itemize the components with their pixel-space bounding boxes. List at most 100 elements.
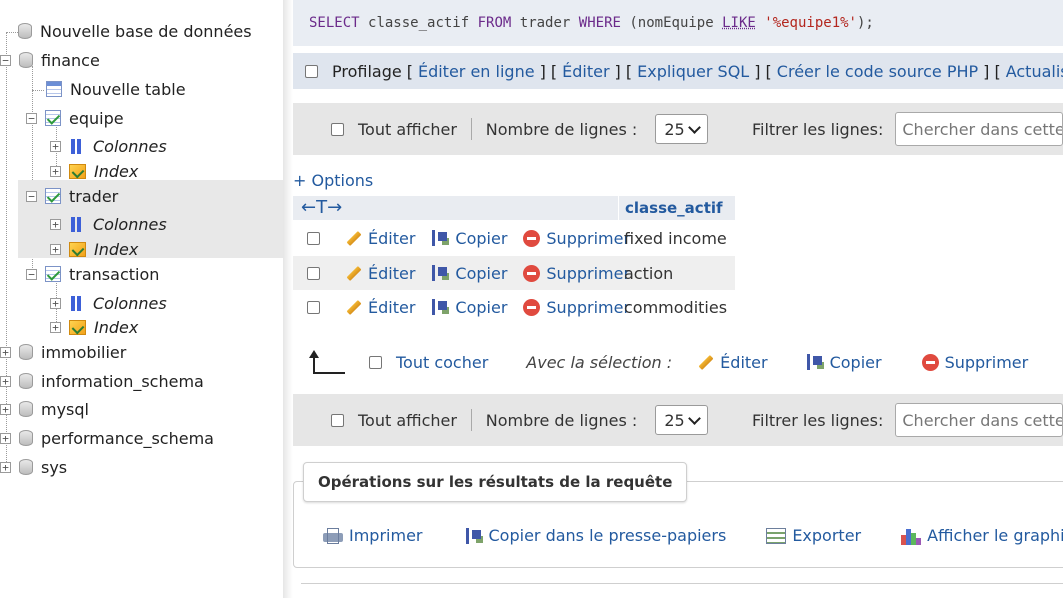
- tree-db-sys[interactable]: + sys: [0, 454, 67, 480]
- tree-new-database[interactable]: Nouvelle base de données: [18, 18, 252, 44]
- tree-table-trader[interactable]: − trader: [26, 183, 118, 209]
- create-php-code-link[interactable]: Créer le code source PHP: [777, 62, 978, 81]
- index-icon: [69, 163, 86, 179]
- show-all-label[interactable]: Tout afficher: [358, 411, 457, 430]
- sql-query-display[interactable]: SELECT classe_actif FROM trader WHERE (n…: [293, 0, 1063, 46]
- cell-classe-actif[interactable]: action: [624, 264, 673, 283]
- pencil-icon[interactable]: [344, 265, 362, 281]
- row-checkbox[interactable]: [307, 300, 320, 314]
- delete-icon[interactable]: [523, 229, 541, 247]
- profiling-checkbox[interactable]: [305, 64, 318, 78]
- expand-icon[interactable]: +: [0, 432, 11, 444]
- print-link[interactable]: Imprimer: [349, 526, 423, 545]
- copy-icon[interactable]: [431, 230, 449, 246]
- expand-icon[interactable]: +: [50, 218, 61, 230]
- tree-db-mysql[interactable]: + mysql: [0, 396, 89, 422]
- expand-icon[interactable]: +: [0, 346, 11, 358]
- copy-row-link[interactable]: Copier: [455, 229, 507, 248]
- explain-sql-link[interactable]: Expliquer SQL: [637, 62, 749, 81]
- export-icon[interactable]: [766, 527, 787, 544]
- tree-db-immobilier[interactable]: + immobilier: [0, 339, 126, 365]
- expand-icon[interactable]: +: [50, 321, 61, 333]
- tree-db-information-schema[interactable]: + information_schema: [0, 368, 204, 394]
- copy-icon[interactable]: [431, 299, 449, 315]
- refresh-link[interactable]: Actualiser: [1006, 62, 1063, 81]
- copy-icon[interactable]: [465, 527, 483, 544]
- bulk-delete-button[interactable]: Supprimer: [945, 353, 1029, 372]
- bracket: [: [406, 61, 413, 81]
- delete-icon[interactable]: [523, 264, 541, 282]
- copy-to-clipboard-link[interactable]: Copier dans le presse-papiers: [489, 526, 727, 545]
- database-icon: [19, 459, 33, 475]
- filter-rows-input[interactable]: Chercher dans cette table: [895, 403, 1063, 437]
- tree-transaction-columns[interactable]: + Colonnes: [50, 290, 167, 316]
- expand-icon[interactable]: +: [50, 165, 61, 177]
- expand-icon[interactable]: +: [50, 243, 61, 255]
- edit-inline-link[interactable]: Éditer en ligne: [418, 62, 535, 81]
- copy-row-link[interactable]: Copier: [455, 298, 507, 317]
- show-all-checkbox[interactable]: [331, 122, 344, 136]
- rows-count-select[interactable]: 25: [655, 405, 708, 435]
- column-resize-arrows-icon[interactable]: ←T→: [301, 196, 342, 220]
- expand-icon[interactable]: +: [50, 297, 61, 309]
- expand-icon[interactable]: +: [0, 461, 11, 473]
- filter-rows-input[interactable]: Chercher dans cette table: [895, 112, 1063, 146]
- delete-icon[interactable]: [921, 353, 939, 371]
- options-link[interactable]: + Options: [293, 171, 373, 190]
- chart-icon[interactable]: [901, 527, 922, 545]
- tree-equipe-columns[interactable]: + Colonnes: [50, 133, 167, 159]
- tree-label: sys: [41, 457, 68, 477]
- edit-row-link[interactable]: Éditer: [368, 229, 415, 248]
- column-header-classe-actif[interactable]: classe_actif: [625, 196, 723, 220]
- expand-icon[interactable]: +: [50, 140, 61, 152]
- tree-trader-columns[interactable]: + Colonnes: [50, 211, 167, 237]
- pencil-icon[interactable]: [696, 354, 714, 370]
- tree-table-equipe[interactable]: − equipe: [26, 105, 124, 131]
- tree-new-table[interactable]: Nouvelle table: [46, 76, 186, 102]
- bulk-copy-button[interactable]: Copier: [830, 353, 882, 372]
- tree-db-finance[interactable]: − finance: [0, 47, 100, 73]
- expand-icon[interactable]: +: [0, 403, 11, 415]
- cell-classe-actif[interactable]: commodities: [624, 298, 727, 317]
- new-database-icon: [18, 23, 32, 39]
- check-all-label[interactable]: Tout cocher: [396, 353, 488, 372]
- database-icon: [19, 401, 33, 417]
- check-all-checkbox[interactable]: [369, 355, 382, 369]
- delete-row-link[interactable]: Supprimer: [546, 229, 630, 248]
- tree-table-transaction[interactable]: − transaction: [26, 261, 159, 287]
- tree-label: Nouvelle table: [70, 79, 186, 99]
- copy-icon[interactable]: [431, 265, 449, 281]
- collapse-icon[interactable]: −: [26, 268, 37, 280]
- table-header-column[interactable]: classe_actif: [619, 196, 735, 220]
- tree-trader-index[interactable]: + Index: [50, 236, 138, 262]
- show-all-checkbox[interactable]: [331, 413, 344, 427]
- delete-row-link[interactable]: Supprimer: [546, 264, 630, 283]
- pencil-icon[interactable]: [344, 230, 362, 246]
- tree-label: transaction: [69, 264, 160, 284]
- rows-count-select[interactable]: 25: [655, 114, 708, 144]
- collapse-icon[interactable]: −: [26, 112, 37, 124]
- pencil-icon[interactable]: [344, 299, 362, 315]
- printer-icon[interactable]: [323, 527, 343, 545]
- row-checkbox[interactable]: [307, 231, 320, 245]
- delete-icon[interactable]: [523, 298, 541, 316]
- show-all-label[interactable]: Tout afficher: [358, 120, 457, 139]
- delete-row-link[interactable]: Supprimer: [546, 298, 630, 317]
- display-chart-link[interactable]: Afficher le graphique: [927, 526, 1063, 545]
- tree-label: mysql: [41, 399, 89, 419]
- edit-query-link[interactable]: Éditer: [562, 62, 609, 81]
- row-checkbox[interactable]: [307, 266, 320, 280]
- expand-icon[interactable]: +: [0, 375, 11, 387]
- database-icon: [19, 430, 33, 446]
- collapse-icon[interactable]: −: [0, 54, 11, 66]
- bulk-edit-button[interactable]: Éditer: [720, 353, 767, 372]
- collapse-icon[interactable]: −: [26, 190, 37, 202]
- copy-icon[interactable]: [806, 354, 824, 370]
- edit-row-link[interactable]: Éditer: [368, 264, 415, 283]
- copy-row-link[interactable]: Copier: [455, 264, 507, 283]
- edit-row-link[interactable]: Éditer: [368, 298, 415, 317]
- export-link[interactable]: Exporter: [792, 526, 861, 545]
- tree-transaction-index[interactable]: + Index: [50, 314, 138, 340]
- cell-classe-actif[interactable]: fixed income: [624, 229, 727, 248]
- tree-db-performance-schema[interactable]: + performance_schema: [0, 425, 214, 451]
